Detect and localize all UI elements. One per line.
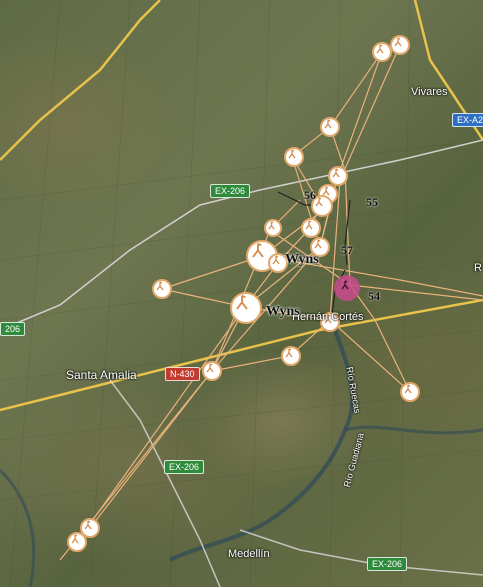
stork-icon [236, 294, 248, 310]
track-number-57: 57 [341, 243, 353, 257]
bird-label-wyns: Wyns [266, 304, 300, 319]
migration-tracks [59, 44, 483, 561]
stork-marker[interactable] [400, 382, 420, 402]
track-number-55: 55 [366, 195, 378, 209]
road-shield-ex206-mid: EX-206 [164, 460, 205, 474]
stork-icon [252, 242, 264, 258]
stork-marker[interactable] [372, 42, 392, 62]
place-label-edge: R [474, 262, 482, 274]
stork-marker[interactable] [284, 147, 304, 167]
road-shield-n430: N-430 [165, 367, 200, 381]
stork-marker[interactable] [264, 219, 282, 237]
place-label-hernan-cortes: Hernán Cortés [292, 311, 364, 323]
stork-icon [332, 168, 340, 178]
stork-icon [84, 520, 92, 530]
place-label-medellin: Medellín [228, 548, 270, 560]
place-label-vivares: Vivares [411, 86, 448, 98]
stork-marker[interactable] [301, 218, 321, 238]
bird-label-wyns: Wyns [285, 252, 319, 267]
road-shield-exa2: EX-A2 [452, 113, 483, 127]
stork-icon [376, 44, 384, 54]
stork-marker-highlighted[interactable] [339, 280, 355, 296]
stork-marker[interactable] [320, 117, 340, 137]
stork-icon [156, 281, 164, 291]
stork-icon [394, 37, 402, 47]
road-shield-ex206-left: 206 [0, 322, 26, 336]
stork-marker[interactable] [328, 166, 348, 186]
track-number-54: 54 [368, 289, 380, 303]
stork-marker[interactable] [281, 346, 301, 366]
stork-icon [341, 280, 349, 290]
satellite-map[interactable]: Santa Amalia Vivares Medellín Hernán Cor… [0, 0, 483, 587]
stork-marker[interactable] [67, 532, 87, 552]
track-number-56: 56 [304, 188, 316, 202]
stork-marker[interactable] [390, 35, 410, 55]
stork-icon [206, 363, 214, 373]
stork-marker-large[interactable] [230, 292, 262, 324]
stork-icon [285, 348, 293, 358]
stork-icon [404, 384, 412, 394]
stork-icon [305, 220, 313, 230]
stork-icon [71, 534, 79, 544]
road-shield-ex206-bottom: EX-206 [367, 557, 408, 571]
stork-icon [314, 239, 322, 249]
stork-icon [324, 119, 332, 129]
stork-icon [268, 221, 275, 230]
stork-icon [272, 255, 280, 265]
road-shield-ex206: EX-206 [210, 184, 251, 198]
stork-marker[interactable] [152, 279, 172, 299]
stork-icon [288, 149, 296, 159]
place-label-santa-amalia: Santa Amalia [66, 368, 137, 382]
stork-marker[interactable] [202, 361, 222, 381]
